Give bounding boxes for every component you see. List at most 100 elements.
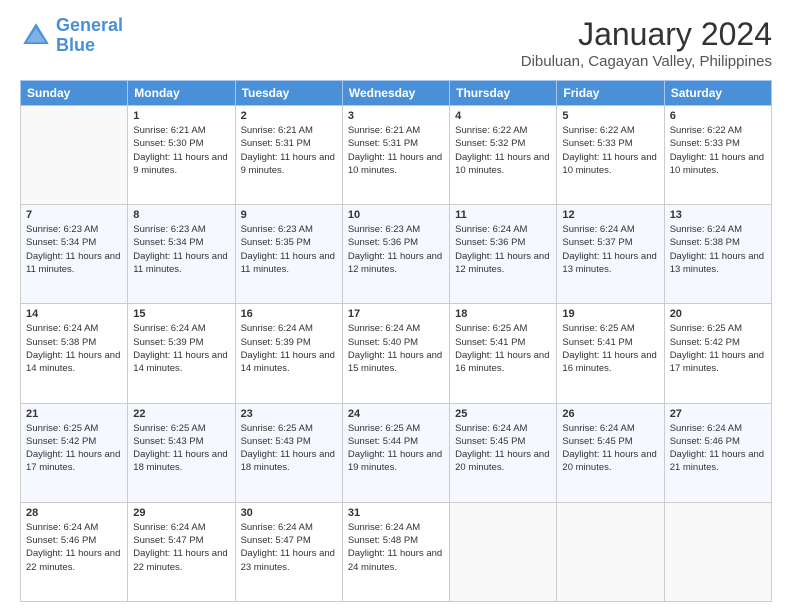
weekday-header-tuesday: Tuesday xyxy=(235,81,342,106)
calendar-cell: 6 Sunrise: 6:22 AMSunset: 5:33 PMDaylight… xyxy=(664,106,771,205)
calendar-cell: 7 Sunrise: 6:23 AMSunset: 5:34 PMDaylight… xyxy=(21,205,128,304)
calendar-cell: 2 Sunrise: 6:21 AMSunset: 5:31 PMDaylight… xyxy=(235,106,342,205)
weekday-header-row: SundayMondayTuesdayWednesdayThursdayFrid… xyxy=(21,81,772,106)
day-detail: Sunrise: 6:24 AMSunset: 5:36 PMDaylight:… xyxy=(455,223,551,276)
day-detail: Sunrise: 6:22 AMSunset: 5:32 PMDaylight:… xyxy=(455,124,551,177)
weekday-header-saturday: Saturday xyxy=(664,81,771,106)
day-detail: Sunrise: 6:25 AMSunset: 5:41 PMDaylight:… xyxy=(562,322,658,375)
weekday-header-monday: Monday xyxy=(128,81,235,106)
day-number: 12 xyxy=(562,209,658,221)
day-number: 22 xyxy=(133,408,229,420)
calendar-cell: 15 Sunrise: 6:24 AMSunset: 5:39 PMDayligh… xyxy=(128,304,235,403)
day-detail: Sunrise: 6:24 AMSunset: 5:37 PMDaylight:… xyxy=(562,223,658,276)
day-number: 15 xyxy=(133,308,229,320)
day-detail: Sunrise: 6:24 AMSunset: 5:48 PMDaylight:… xyxy=(348,521,444,574)
calendar-cell: 12 Sunrise: 6:24 AMSunset: 5:37 PMDayligh… xyxy=(557,205,664,304)
day-number: 29 xyxy=(133,507,229,519)
day-number: 8 xyxy=(133,209,229,221)
day-number: 28 xyxy=(26,507,122,519)
day-number: 14 xyxy=(26,308,122,320)
weekday-header-friday: Friday xyxy=(557,81,664,106)
day-detail: Sunrise: 6:24 AMSunset: 5:39 PMDaylight:… xyxy=(133,322,229,375)
day-detail: Sunrise: 6:21 AMSunset: 5:30 PMDaylight:… xyxy=(133,124,229,177)
day-detail: Sunrise: 6:23 AMSunset: 5:36 PMDaylight:… xyxy=(348,223,444,276)
page: General Blue January 2024 Dibuluan, Caga… xyxy=(0,0,792,612)
day-detail: Sunrise: 6:22 AMSunset: 5:33 PMDaylight:… xyxy=(562,124,658,177)
calendar-cell: 3 Sunrise: 6:21 AMSunset: 5:31 PMDaylight… xyxy=(342,106,449,205)
calendar-cell: 27 Sunrise: 6:24 AMSunset: 5:46 PMDayligh… xyxy=(664,403,771,502)
day-detail: Sunrise: 6:25 AMSunset: 5:42 PMDaylight:… xyxy=(26,422,122,475)
calendar-cell: 18Sunrise: 6:25 AMSunset: 5:41 PMDayligh… xyxy=(450,304,557,403)
day-detail: Sunrise: 6:23 AMSunset: 5:34 PMDaylight:… xyxy=(133,223,229,276)
week-row-4: 21Sunrise: 6:25 AMSunset: 5:42 PMDayligh… xyxy=(21,403,772,502)
day-detail: Sunrise: 6:24 AMSunset: 5:40 PMDaylight:… xyxy=(348,322,444,375)
day-number: 16 xyxy=(241,308,337,320)
day-number: 7 xyxy=(26,209,122,221)
calendar-cell: 29 Sunrise: 6:24 AMSunset: 5:47 PMDayligh… xyxy=(128,502,235,601)
calendar-cell: 4 Sunrise: 6:22 AMSunset: 5:32 PMDaylight… xyxy=(450,106,557,205)
header: General Blue January 2024 Dibuluan, Caga… xyxy=(20,16,772,70)
day-number: 25 xyxy=(455,408,551,420)
day-number: 31 xyxy=(348,507,444,519)
day-number: 11 xyxy=(455,209,551,221)
subtitle: Dibuluan, Cagayan Valley, Philippines xyxy=(521,53,772,70)
calendar-cell: 5 Sunrise: 6:22 AMSunset: 5:33 PMDaylight… xyxy=(557,106,664,205)
day-detail: Sunrise: 6:23 AMSunset: 5:34 PMDaylight:… xyxy=(26,223,122,276)
day-number: 23 xyxy=(241,408,337,420)
day-detail: Sunrise: 6:24 AMSunset: 5:39 PMDaylight:… xyxy=(241,322,337,375)
day-detail: Sunrise: 6:24 AMSunset: 5:46 PMDaylight:… xyxy=(670,422,766,475)
calendar-cell: 19Sunrise: 6:25 AMSunset: 5:41 PMDayligh… xyxy=(557,304,664,403)
day-detail: Sunrise: 6:25 AMSunset: 5:42 PMDaylight:… xyxy=(670,322,766,375)
day-number: 6 xyxy=(670,110,766,122)
day-number: 13 xyxy=(670,209,766,221)
day-detail: Sunrise: 6:21 AMSunset: 5:31 PMDaylight:… xyxy=(241,124,337,177)
calendar-cell: 26 Sunrise: 6:24 AMSunset: 5:45 PMDayligh… xyxy=(557,403,664,502)
day-detail: Sunrise: 6:24 AMSunset: 5:38 PMDaylight:… xyxy=(26,322,122,375)
calendar-cell: 31 Sunrise: 6:24 AMSunset: 5:48 PMDayligh… xyxy=(342,502,449,601)
title-block: January 2024 Dibuluan, Cagayan Valley, P… xyxy=(521,16,772,70)
calendar-cell: 16 Sunrise: 6:24 AMSunset: 5:39 PMDayligh… xyxy=(235,304,342,403)
logo-icon xyxy=(20,20,52,52)
week-row-2: 7 Sunrise: 6:23 AMSunset: 5:34 PMDaylight… xyxy=(21,205,772,304)
day-detail: Sunrise: 6:24 AMSunset: 5:47 PMDaylight:… xyxy=(241,521,337,574)
day-number: 26 xyxy=(562,408,658,420)
calendar-cell: 9Sunrise: 6:23 AMSunset: 5:35 PMDaylight… xyxy=(235,205,342,304)
day-number: 5 xyxy=(562,110,658,122)
day-number: 10 xyxy=(348,209,444,221)
day-number: 1 xyxy=(133,110,229,122)
day-number: 4 xyxy=(455,110,551,122)
logo-line2: Blue xyxy=(56,35,95,55)
day-number: 27 xyxy=(670,408,766,420)
calendar-cell: 14 Sunrise: 6:24 AMSunset: 5:38 PMDayligh… xyxy=(21,304,128,403)
day-number: 30 xyxy=(241,507,337,519)
day-number: 17 xyxy=(348,308,444,320)
calendar-cell: 23Sunrise: 6:25 AMSunset: 5:43 PMDayligh… xyxy=(235,403,342,502)
day-number: 24 xyxy=(348,408,444,420)
calendar-cell: 21Sunrise: 6:25 AMSunset: 5:42 PMDayligh… xyxy=(21,403,128,502)
weekday-header-sunday: Sunday xyxy=(21,81,128,106)
calendar-cell: 1 Sunrise: 6:21 AMSunset: 5:30 PMDaylight… xyxy=(128,106,235,205)
logo-text: General Blue xyxy=(56,16,123,56)
weekday-header-thursday: Thursday xyxy=(450,81,557,106)
day-detail: Sunrise: 6:24 AMSunset: 5:47 PMDaylight:… xyxy=(133,521,229,574)
week-row-3: 14 Sunrise: 6:24 AMSunset: 5:38 PMDayligh… xyxy=(21,304,772,403)
day-detail: Sunrise: 6:21 AMSunset: 5:31 PMDaylight:… xyxy=(348,124,444,177)
day-detail: Sunrise: 6:24 AMSunset: 5:38 PMDaylight:… xyxy=(670,223,766,276)
calendar-cell: 17 Sunrise: 6:24 AMSunset: 5:40 PMDayligh… xyxy=(342,304,449,403)
day-detail: Sunrise: 6:24 AMSunset: 5:45 PMDaylight:… xyxy=(455,422,551,475)
main-title: January 2024 xyxy=(521,16,772,53)
day-detail: Sunrise: 6:24 AMSunset: 5:45 PMDaylight:… xyxy=(562,422,658,475)
day-detail: Sunrise: 6:22 AMSunset: 5:33 PMDaylight:… xyxy=(670,124,766,177)
day-number: 2 xyxy=(241,110,337,122)
calendar-cell: 8 Sunrise: 6:23 AMSunset: 5:34 PMDaylight… xyxy=(128,205,235,304)
calendar-cell: 30 Sunrise: 6:24 AMSunset: 5:47 PMDayligh… xyxy=(235,502,342,601)
day-number: 3 xyxy=(348,110,444,122)
day-detail: Sunrise: 6:25 AMSunset: 5:43 PMDaylight:… xyxy=(133,422,229,475)
day-detail: Sunrise: 6:25 AMSunset: 5:44 PMDaylight:… xyxy=(348,422,444,475)
calendar-cell: 28Sunrise: 6:24 AMSunset: 5:46 PMDayligh… xyxy=(21,502,128,601)
calendar-cell xyxy=(450,502,557,601)
calendar-table: SundayMondayTuesdayWednesdayThursdayFrid… xyxy=(20,80,772,602)
calendar-cell xyxy=(21,106,128,205)
calendar-cell xyxy=(664,502,771,601)
calendar-cell: 10 Sunrise: 6:23 AMSunset: 5:36 PMDayligh… xyxy=(342,205,449,304)
